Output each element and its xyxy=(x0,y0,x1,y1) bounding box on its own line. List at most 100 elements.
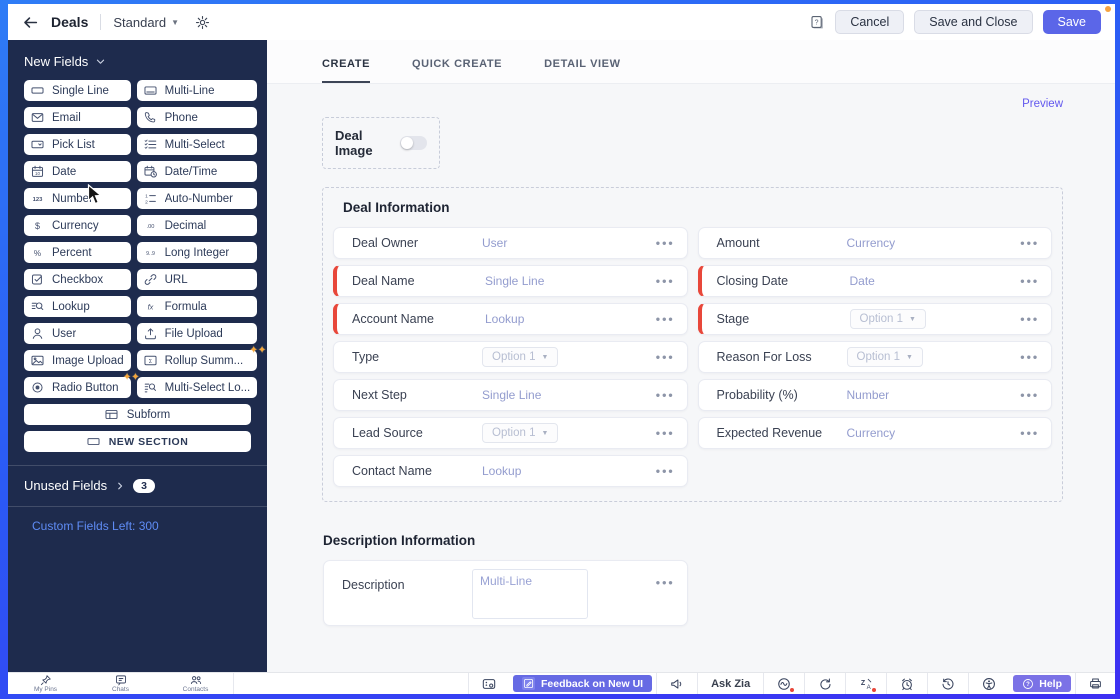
help-button[interactable]: ?Help xyxy=(1013,675,1071,692)
tab-detail-view[interactable]: DETAIL VIEW xyxy=(544,58,620,83)
field-type-button-radio-button[interactable]: Radio Button✦✦ xyxy=(24,377,131,398)
auto-number-icon: 12 xyxy=(144,192,159,205)
save-button[interactable]: Save xyxy=(1043,10,1102,34)
field-type-button-date[interactable]: 10Date xyxy=(24,161,131,182)
field-card-stage[interactable]: StageOption 1▼●●● xyxy=(698,303,1053,335)
window-controls-button[interactable] xyxy=(468,673,509,694)
field-type-button-percent[interactable]: %Percent xyxy=(24,242,131,263)
field-columns: Deal OwnerUser●●● Deal NameSingle Line●●●… xyxy=(333,227,1052,487)
field-card-description[interactable]: DescriptionMulti-Line●●● xyxy=(323,560,688,626)
radio-button-icon xyxy=(31,381,46,394)
field-options-button[interactable]: ●●● xyxy=(1020,239,1039,248)
field-card-deal-name[interactable]: Deal NameSingle Line●●● xyxy=(333,265,688,297)
field-type-button-image-upload[interactable]: Image Upload xyxy=(24,350,131,371)
field-options-button[interactable]: ●●● xyxy=(656,391,675,400)
field-type-button-file-upload[interactable]: File Upload xyxy=(137,323,258,344)
field-type-button-auto-number[interactable]: 12Auto-Number xyxy=(137,188,258,209)
unused-fields-row[interactable]: Unused Fields 3 xyxy=(24,478,251,493)
field-type-button-decimal[interactable]: .00Decimal xyxy=(137,215,258,236)
field-label: Description xyxy=(342,578,405,592)
printer-button[interactable] xyxy=(1075,673,1115,694)
pick-list-icon xyxy=(31,138,46,151)
field-type-button-pick-list[interactable]: Pick List xyxy=(24,134,131,155)
subform-button[interactable]: Subform xyxy=(24,404,251,425)
field-card-account-name[interactable]: Account NameLookup●●● xyxy=(333,303,688,335)
field-card-closing-date[interactable]: Closing DateDate●●● xyxy=(698,265,1053,297)
field-card-amount[interactable]: AmountCurrency●●● xyxy=(698,227,1053,259)
translate-button[interactable]: ZA xyxy=(845,673,886,694)
svg-text:9..9: 9..9 xyxy=(146,251,155,257)
field-options-button[interactable]: ●●● xyxy=(1020,277,1039,286)
field-type-button-rollup-summ[interactable]: ΣRollup Summ...✦✦ xyxy=(137,350,258,371)
gear-icon[interactable] xyxy=(195,15,210,30)
field-card-expected-revenue[interactable]: Expected RevenueCurrency●●● xyxy=(698,417,1053,449)
tab-quick-create[interactable]: QUICK CREATE xyxy=(412,58,502,83)
field-type-button-phone[interactable]: Phone xyxy=(137,107,258,128)
new-section-button[interactable]: NEW SECTION xyxy=(24,431,251,452)
field-type-picklist: Option 1▼ xyxy=(482,347,558,367)
svg-text:Z: Z xyxy=(861,679,866,686)
field-card-contact-name[interactable]: Contact NameLookup●●● xyxy=(333,455,688,487)
field-options-button[interactable]: ●●● xyxy=(656,353,675,362)
field-options-button[interactable]: ●●● xyxy=(1020,429,1039,438)
field-card-lead-source[interactable]: Lead SourceOption 1▼●●● xyxy=(333,417,688,449)
field-type-button-email[interactable]: Email xyxy=(24,107,131,128)
field-type-button-user[interactable]: User xyxy=(24,323,131,344)
loop-icon xyxy=(818,677,832,691)
deal-image-toggle[interactable] xyxy=(400,136,427,150)
field-type-button-formula[interactable]: fxFormula xyxy=(137,296,258,317)
preview-link[interactable]: Preview xyxy=(1022,98,1063,110)
signals-button[interactable] xyxy=(763,673,804,694)
feedback-button[interactable]: Feedback on New UI xyxy=(513,675,652,692)
field-card-type[interactable]: TypeOption 1▼●●● xyxy=(333,341,688,373)
reminders-button[interactable] xyxy=(886,673,927,694)
field-options-button[interactable]: ●●● xyxy=(656,277,675,286)
field-options-button[interactable]: ●●● xyxy=(1020,353,1039,362)
field-type-button-lookup[interactable]: Lookup xyxy=(24,296,131,317)
contacts-button[interactable]: Contacts xyxy=(158,673,233,694)
sync-button[interactable] xyxy=(804,673,845,694)
field-card-deal-owner[interactable]: Deal OwnerUser●●● xyxy=(333,227,688,259)
field-type-button-single-line[interactable]: Single Line xyxy=(24,80,131,101)
field-type-button-url[interactable]: URL xyxy=(137,269,258,290)
field-options-button[interactable]: ●●● xyxy=(656,315,675,324)
my-pins-button[interactable]: My Pins xyxy=(8,673,83,694)
chevron-down-icon: ▼ xyxy=(541,430,548,437)
shortcuts-icon[interactable]: ? xyxy=(809,14,825,30)
field-type-button-checkbox[interactable]: Checkbox xyxy=(24,269,131,290)
sparkle-icon: ✦✦ xyxy=(250,346,267,356)
ask-zia-button[interactable]: Ask Zia xyxy=(697,673,763,694)
field-type-button-label: Date/Time xyxy=(165,166,218,178)
accessibility-button[interactable] xyxy=(968,673,1009,694)
deal-image-block[interactable]: Deal Image xyxy=(322,117,440,169)
field-options-button[interactable]: ●●● xyxy=(656,239,675,248)
field-type-button-multi-select-lo[interactable]: Multi-Select Lo... xyxy=(137,377,258,398)
tab-create[interactable]: CREATE xyxy=(322,58,370,83)
field-options-button[interactable]: ●●● xyxy=(656,429,675,438)
chats-button[interactable]: Chats xyxy=(83,673,158,694)
field-type-button-multi-select[interactable]: Multi-Select xyxy=(137,134,258,155)
history-button[interactable] xyxy=(927,673,968,694)
new-fields-header[interactable]: New Fields xyxy=(24,54,251,69)
field-type-button-number[interactable]: 123Number xyxy=(24,188,131,209)
field-type-button-label: Checkbox xyxy=(52,274,103,286)
field-card-next-step[interactable]: Next StepSingle Line●●● xyxy=(333,379,688,411)
field-options-button[interactable]: ●●● xyxy=(656,578,675,587)
save-and-close-button[interactable]: Save and Close xyxy=(914,10,1032,34)
field-column-right: AmountCurrency●●● Closing DateDate●●● Stag… xyxy=(698,227,1053,449)
announcements-button[interactable] xyxy=(656,673,697,694)
field-type-button-currency[interactable]: $Currency xyxy=(24,215,131,236)
field-label: Next Step xyxy=(352,388,407,402)
field-type-button-long-integer[interactable]: 9..9Long Integer xyxy=(137,242,258,263)
field-card-reason-for-loss[interactable]: Reason For LossOption 1▼●●● xyxy=(698,341,1053,373)
field-card-probability[interactable]: Probability (%)Number●●● xyxy=(698,379,1053,411)
cancel-button[interactable]: Cancel xyxy=(835,10,904,34)
field-options-button[interactable]: ●●● xyxy=(656,467,675,476)
field-options-button[interactable]: ●●● xyxy=(1020,315,1039,324)
layout-selector[interactable]: Standard ▼ xyxy=(113,15,179,30)
back-arrow-icon[interactable] xyxy=(22,14,39,31)
field-type-button-date-time[interactable]: Date/Time xyxy=(137,161,258,182)
new-section-label: NEW SECTION xyxy=(109,436,189,448)
field-options-button[interactable]: ●●● xyxy=(1020,391,1039,400)
field-type-button-multi-line[interactable]: Multi-Line xyxy=(137,80,258,101)
